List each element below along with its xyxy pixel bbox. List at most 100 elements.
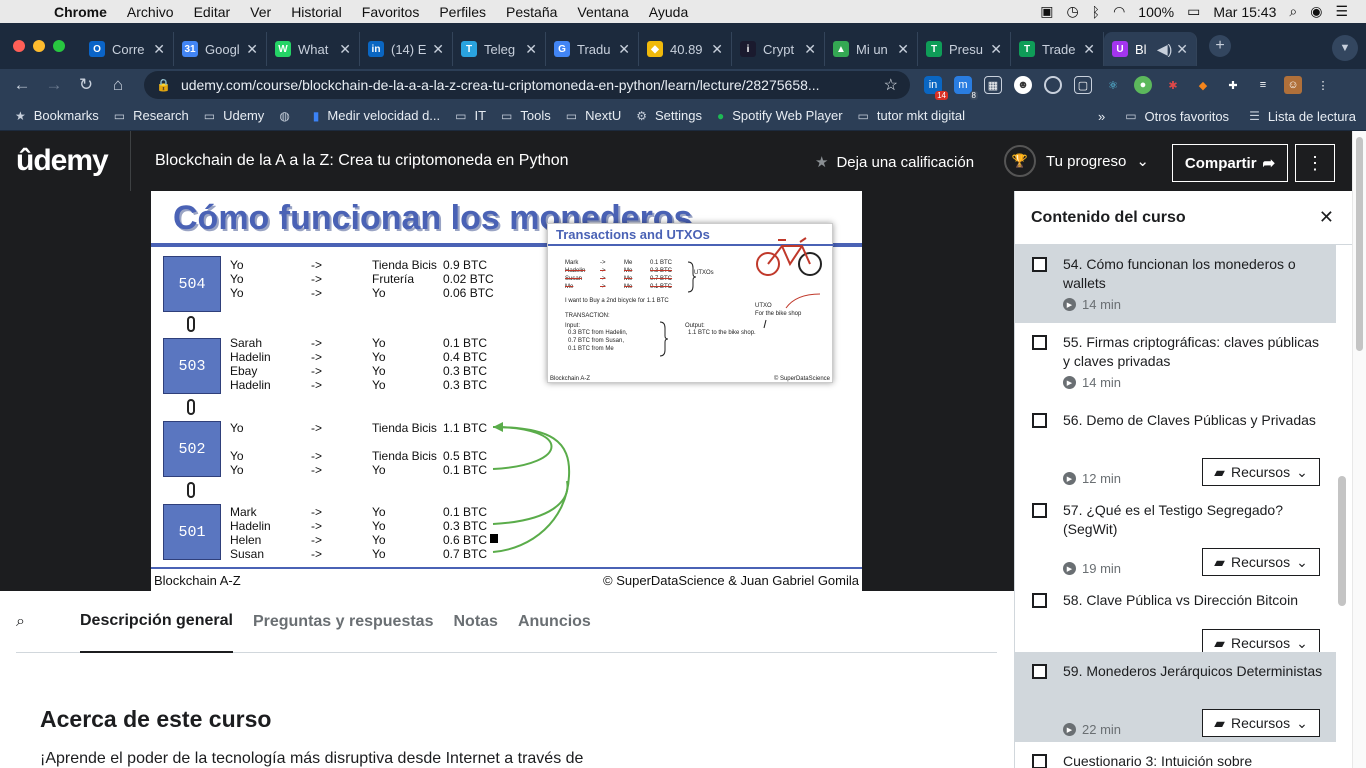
browser-tab[interactable]: 31 Googl ✕ — [174, 32, 267, 66]
lesson-checkbox[interactable] — [1032, 503, 1047, 518]
menu-ayuda[interactable]: Ayuda — [649, 4, 688, 20]
close-tab-icon[interactable]: ✕ — [339, 41, 351, 58]
page-scrollbar[interactable] — [1352, 131, 1366, 768]
page-scrollbar-thumb[interactable] — [1356, 137, 1363, 351]
clock[interactable]: Mar 15:43 — [1213, 4, 1276, 20]
close-tab-icon[interactable]: ✕ — [153, 41, 165, 58]
lesson-item[interactable]: 59. Monederos Jerárquicos Deterministas ▶… — [1015, 652, 1336, 742]
rate-button[interactable]: ★ Deja una calificación — [815, 153, 974, 172]
spotlight-search-icon[interactable]: ⌕ — [1289, 3, 1297, 20]
lesson-item[interactable]: 54. Cómo funcionan los monederos o walle… — [1015, 245, 1336, 323]
menu-favoritos[interactable]: Favoritos — [362, 4, 420, 20]
capture-extension-icon[interactable]: ▢ — [1074, 76, 1092, 94]
tab-announcements[interactable]: Anuncios — [518, 591, 591, 653]
wifi-icon[interactable]: ◠ — [1113, 3, 1125, 20]
metamask-icon[interactable]: ◆ — [1194, 76, 1212, 94]
progress-button[interactable]: 🏆 Tu progreso ⌄ — [1004, 145, 1149, 177]
lesson-item[interactable]: 56. Demo de Claves Públicas y Privadas ▶ 1… — [1015, 401, 1336, 491]
face-extension-icon[interactable]: ☻ — [1014, 76, 1032, 94]
share-button[interactable]: Compartir ➦ — [1172, 144, 1288, 182]
circle-extension-icon[interactable] — [1044, 76, 1062, 94]
browser-tab[interactable]: G Tradu ✕ — [546, 32, 639, 66]
profile-avatar[interactable]: ☺ — [1284, 76, 1302, 94]
sidebar-scrollbar[interactable] — [1338, 476, 1346, 606]
lesson-checkbox[interactable] — [1032, 335, 1047, 350]
close-tab-icon[interactable]: ✕ — [432, 41, 444, 58]
close-window-button[interactable] — [13, 40, 25, 52]
lesson-item[interactable]: 55. Firmas criptográficas: claves públic… — [1015, 323, 1336, 401]
audio-icon[interactable]: ◀) — [1157, 41, 1172, 58]
course-title[interactable]: Blockchain de la A a la Z: Crea tu cript… — [155, 152, 569, 170]
siri-icon[interactable]: ◉ — [1310, 3, 1322, 20]
chrome-menu-icon[interactable]: ⋮ — [1314, 76, 1332, 94]
menu-editar[interactable]: Editar — [194, 4, 231, 20]
lesson-checkbox[interactable] — [1032, 754, 1047, 768]
more-bookmarks-button[interactable]: » — [1098, 109, 1105, 124]
tab-notes[interactable]: Notas — [453, 591, 497, 653]
resources-dropdown-button[interactable]: ▰ Recursos ⌄ — [1202, 548, 1320, 576]
lecture-slide[interactable]: Cómo funcionan los monederos 504 503 502… — [151, 191, 862, 591]
bookmark-it[interactable]: ▭ IT — [455, 108, 486, 123]
home-button[interactable]: ⌂ — [102, 75, 134, 95]
udemy-logo[interactable]: ûdemy — [16, 144, 130, 178]
menu-app-name[interactable]: Chrome — [54, 4, 107, 20]
browser-tab[interactable]: T Trade ✕ — [1011, 32, 1104, 66]
close-tab-icon[interactable]: ✕ — [711, 41, 723, 58]
close-tab-icon[interactable]: ✕ — [618, 41, 630, 58]
video-player[interactable]: Cómo funcionan los monederos 504 503 502… — [0, 191, 1014, 591]
bookmark-udemy[interactable]: ▭ Udemy — [204, 108, 265, 123]
extensions-puzzle-icon[interactable]: ✚ — [1224, 76, 1242, 94]
bookmark-speed[interactable]: ▮ Medir velocidad d... — [313, 108, 440, 123]
browser-tab[interactable]: W What ✕ — [267, 32, 360, 66]
close-tab-icon[interactable]: ✕ — [897, 41, 909, 58]
browser-tab[interactable]: in (14) E ✕ — [360, 32, 453, 66]
frog-extension-icon[interactable]: ● — [1134, 76, 1152, 94]
menu-archivo[interactable]: Archivo — [127, 4, 174, 20]
linkedin-extension-icon[interactable]: in 14 — [924, 76, 948, 100]
grid-extension-icon[interactable]: ▦ — [984, 76, 1002, 94]
lesson-checkbox[interactable] — [1032, 257, 1047, 272]
new-tab-button[interactable]: + — [1209, 35, 1231, 57]
forward-button[interactable]: → — [38, 75, 70, 95]
browser-tab[interactable]: i Crypt ✕ — [732, 32, 825, 66]
react-devtools-icon[interactable]: ⚛ — [1104, 76, 1122, 94]
browser-tab[interactable]: ◆ 40.89 ✕ — [639, 32, 732, 66]
bluetooth-icon[interactable]: ᛒ — [1092, 4, 1100, 20]
resources-dropdown-button[interactable]: ▰ Recursos ⌄ — [1202, 458, 1320, 486]
menu-ventana[interactable]: Ventana — [577, 4, 628, 20]
close-tab-icon[interactable]: ✕ — [246, 41, 258, 58]
address-bar[interactable]: 🔒 udemy.com/course/blockchain-de-la-a-a-… — [144, 71, 910, 99]
menu-perfiles[interactable]: Perfiles — [439, 4, 486, 20]
bookmark-globe[interactable]: ◍ — [279, 109, 297, 123]
bookmark-tools[interactable]: ▭ Tools — [501, 108, 551, 123]
bookmark-spotify[interactable]: ● Spotify Web Player — [717, 108, 843, 123]
close-tab-icon[interactable]: ✕ — [1176, 41, 1188, 58]
browser-tab[interactable]: T Teleg ✕ — [453, 32, 546, 66]
lesson-item[interactable]: Cuestionario 3: Intuición sobre — [1015, 742, 1336, 768]
close-tab-icon[interactable]: ✕ — [990, 41, 1002, 58]
browser-tab[interactable]: O Corre ✕ — [81, 32, 174, 66]
more-options-button[interactable]: ⋮ — [1295, 144, 1335, 182]
lesson-checkbox[interactable] — [1032, 593, 1047, 608]
close-tab-icon[interactable]: ✕ — [1083, 41, 1095, 58]
bookmark-nextu[interactable]: ▭ NextU — [566, 108, 621, 123]
battery-icon[interactable]: ▭ — [1187, 3, 1200, 20]
lesson-item[interactable]: 58. Clave Pública vs Dirección Bitcoin▶1… — [1015, 581, 1336, 666]
url-text[interactable]: udemy.com/course/blockchain-de-la-a-a-la… — [181, 77, 876, 93]
control-center-icon[interactable]: ☰ — [1335, 3, 1348, 20]
reload-button[interactable]: ↻ — [70, 75, 102, 95]
menu-pestana[interactable]: Pestaña — [506, 4, 557, 20]
browser-tab[interactable]: U Bl ◀) ✕ — [1104, 32, 1197, 66]
lesson-checkbox[interactable] — [1032, 664, 1047, 679]
minimize-window-button[interactable] — [33, 40, 45, 52]
browser-tab[interactable]: T Presu ✕ — [918, 32, 1011, 66]
close-tab-icon[interactable]: ✕ — [804, 41, 816, 58]
battery-percent[interactable]: 100% — [1138, 4, 1174, 20]
back-button[interactable]: ← — [6, 75, 38, 95]
tab-overview[interactable]: Descripción general — [80, 591, 233, 653]
bookmark-bookmarks[interactable]: ★ Bookmarks — [15, 108, 99, 123]
bug-extension-icon[interactable]: ✱ — [1164, 76, 1182, 94]
reading-list-icon[interactable]: ≡ — [1254, 76, 1272, 94]
tab-qa[interactable]: Preguntas y respuestas — [253, 591, 434, 653]
resources-dropdown-button[interactable]: ▰ Recursos ⌄ — [1202, 709, 1320, 737]
